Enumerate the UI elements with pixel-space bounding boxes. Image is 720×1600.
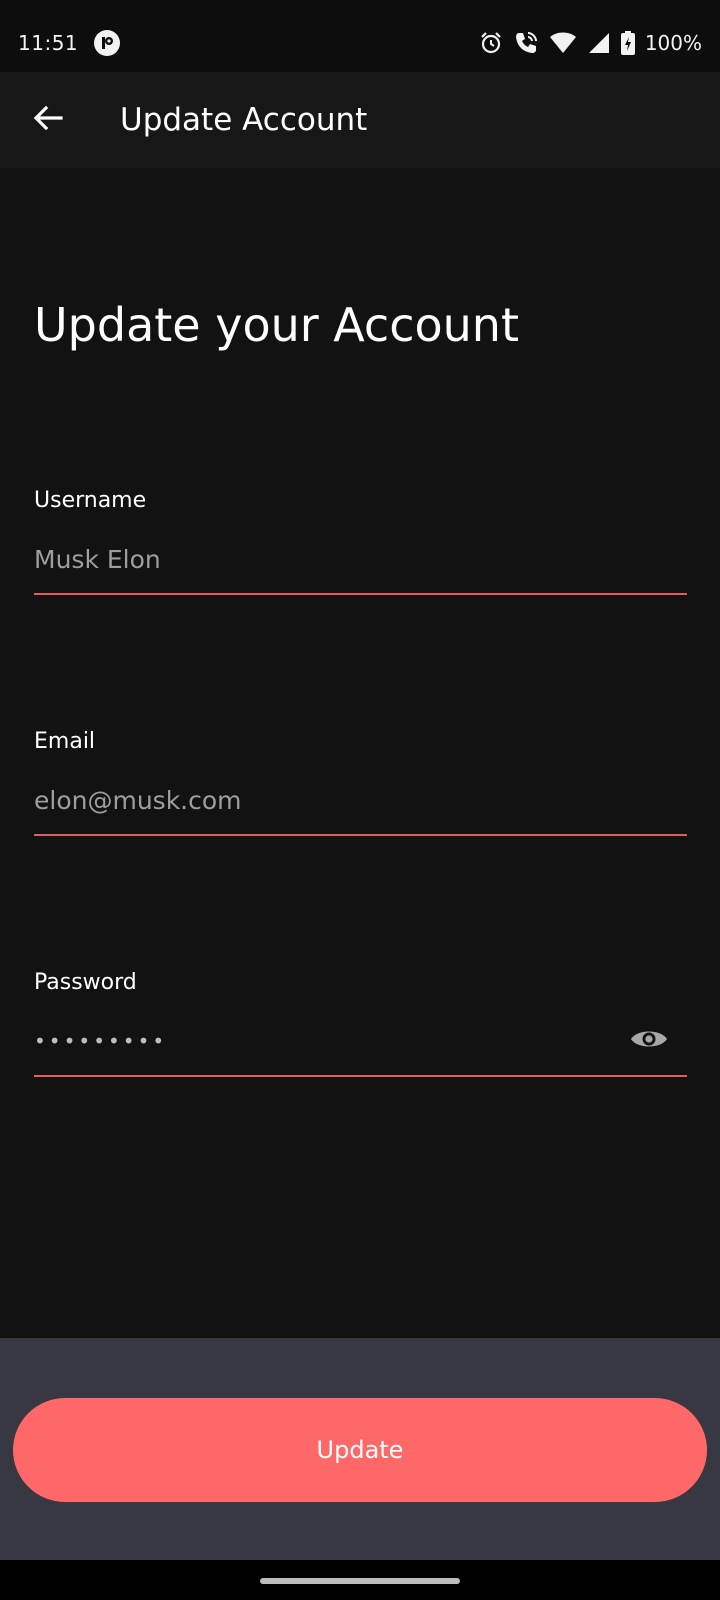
email-input[interactable]: [34, 785, 687, 829]
wifi-call-icon: [513, 30, 539, 56]
password-input[interactable]: [34, 1029, 621, 1067]
home-indicator[interactable]: [260, 1578, 460, 1584]
eye-icon: [630, 1026, 668, 1056]
battery-charging-icon: [620, 31, 635, 55]
username-input[interactable]: [34, 544, 687, 588]
signal-icon: [587, 31, 611, 55]
email-row: [34, 780, 687, 836]
email-label: Email: [34, 729, 96, 754]
app-bar-title: Update Account: [120, 102, 368, 138]
wifi-icon: [549, 31, 577, 55]
password-field-group: Password: [34, 970, 687, 1077]
username-label: Username: [34, 488, 147, 513]
status-time: 11:51: [18, 31, 79, 55]
password-visibility-toggle[interactable]: [621, 1020, 677, 1076]
username-row: [34, 539, 687, 595]
email-field-group: Email: [34, 729, 687, 836]
page-heading: Update your Account: [34, 298, 519, 352]
app-bar: Update Account: [0, 72, 720, 168]
password-row: [34, 1021, 687, 1077]
back-button[interactable]: [0, 72, 96, 168]
update-button[interactable]: Update: [13, 1398, 707, 1502]
username-field-group: Username: [34, 488, 687, 595]
battery-percentage: 100%: [644, 31, 702, 55]
system-nav-bar: [0, 1560, 720, 1600]
arrow-left-icon: [33, 105, 63, 135]
status-right: 100%: [479, 30, 702, 56]
alarm-icon: [479, 31, 503, 55]
password-label: Password: [34, 970, 137, 995]
status-left: 11:51: [18, 30, 121, 56]
app-notification-icon: [94, 30, 121, 56]
update-account-screen: 11:51 100% Update Account Update your Ac…: [0, 0, 720, 1600]
